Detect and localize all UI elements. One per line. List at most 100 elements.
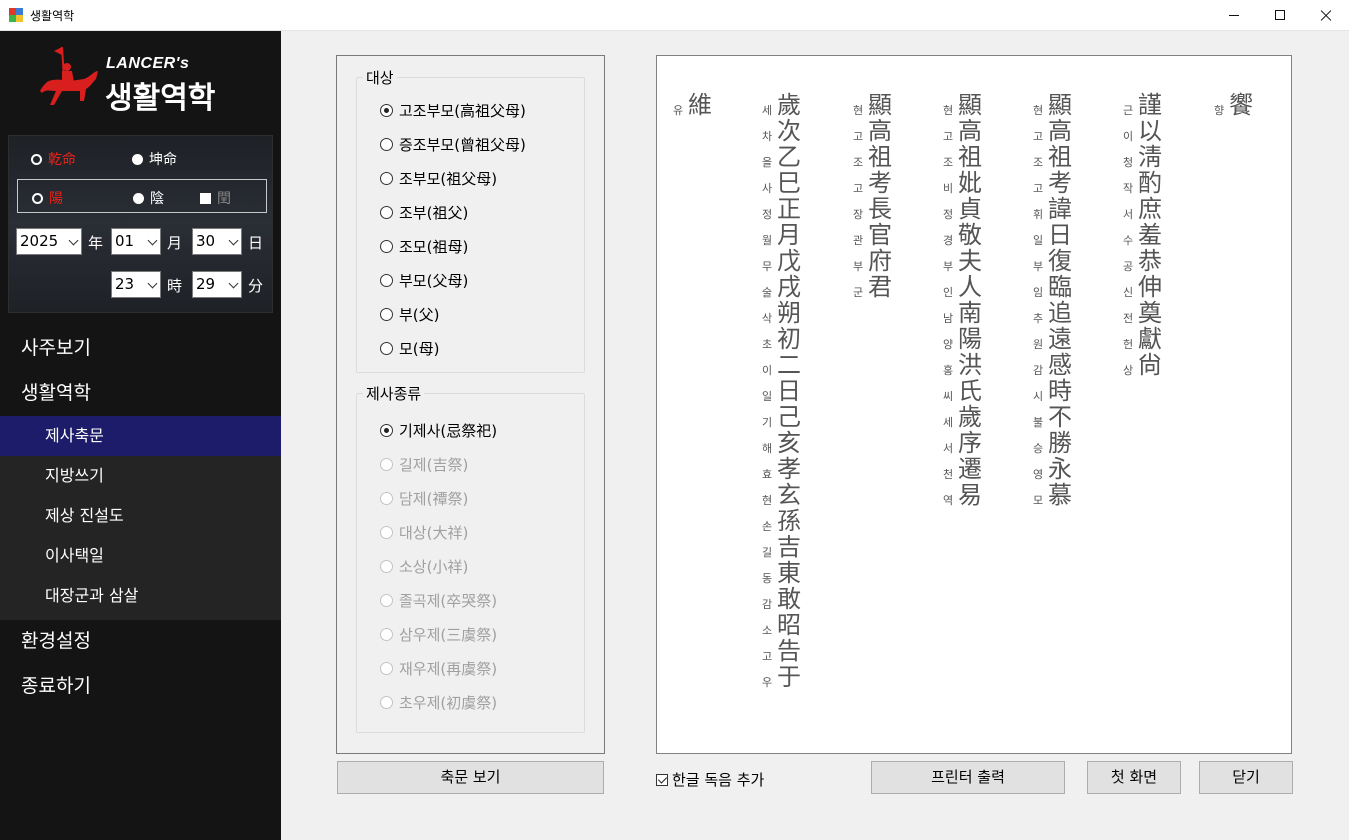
ritual-option: 소상(小祥): [380, 556, 468, 577]
submenu-jesa-chukmun[interactable]: 제사축문: [0, 416, 281, 456]
char: 을: [761, 156, 773, 169]
radio-icon: [380, 594, 393, 607]
char: 해: [761, 442, 773, 455]
char: 유: [672, 104, 684, 117]
radio-female[interactable]: 坤命: [132, 149, 177, 169]
month-select[interactable]: 01: [111, 228, 161, 255]
char: 길: [761, 546, 773, 559]
menu-settings[interactable]: 환경설정: [0, 619, 281, 664]
target-option[interactable]: 조부(祖父): [380, 202, 468, 223]
submenu-jesang[interactable]: 제상 진설도: [0, 496, 281, 536]
char: 正: [777, 195, 801, 223]
char: 고: [942, 130, 954, 143]
char: 府: [868, 247, 892, 275]
char: 月: [777, 221, 801, 249]
minute-select[interactable]: 29: [192, 271, 242, 298]
char: 조: [1032, 156, 1044, 169]
char: 歲: [777, 91, 801, 119]
submenu-jibang[interactable]: 지방쓰기: [0, 456, 281, 496]
submenu-moving-date[interactable]: 이사택일: [0, 536, 281, 576]
minimize-button[interactable]: [1211, 0, 1257, 31]
char: 維: [688, 91, 712, 119]
hangul-reading: 세차을사정월무술삭초이일기해효현손길동감소고우: [761, 98, 773, 696]
char: 高: [868, 117, 892, 145]
horse-rider-icon: [40, 46, 98, 105]
menu-life-yeokhak[interactable]: 생활역학: [0, 371, 281, 416]
char: 작: [1122, 182, 1134, 195]
char: 부: [942, 260, 954, 273]
radio-icon: [380, 172, 393, 185]
maximize-button[interactable]: [1257, 0, 1303, 31]
char: 수: [1122, 234, 1134, 247]
view-chukmun-button[interactable]: 축문 보기: [337, 761, 604, 794]
radio-icon: [380, 458, 393, 471]
app-icon: [9, 8, 23, 22]
ritual-option: 삼우제(三虞祭): [380, 624, 497, 645]
target-option[interactable]: 조모(祖母): [380, 236, 468, 257]
year-select[interactable]: 2025: [16, 228, 82, 255]
submenu: 제사축문 지방쓰기 제상 진설도 이사택일 대장군과 삼살: [0, 416, 281, 620]
char: 夫: [958, 247, 982, 275]
char: 感: [1048, 351, 1072, 379]
radio-icon: [380, 560, 393, 573]
menu-exit[interactable]: 종료하기: [0, 664, 281, 709]
day-select[interactable]: 30: [192, 228, 242, 255]
char: 씨: [942, 390, 954, 403]
target-option[interactable]: 조부모(祖父母): [380, 168, 497, 189]
target-option[interactable]: 고조부모(高祖父母): [380, 100, 526, 121]
char: 기: [761, 416, 773, 429]
char: 孫: [777, 507, 801, 535]
print-button[interactable]: 프린터 출력: [871, 761, 1065, 794]
radio-male[interactable]: 乾命: [31, 149, 76, 169]
char: 일: [761, 390, 773, 403]
char: 南: [958, 299, 982, 327]
logo: LANCER's 생활역학: [0, 31, 281, 135]
char: 序: [958, 429, 982, 457]
hangul-reading: 현고조비정경부인남양홍씨세서천역: [942, 98, 954, 514]
char: 천: [942, 468, 954, 481]
hangul-reading: 유: [672, 98, 684, 124]
radio-selected-icon: [380, 104, 393, 117]
hour-select[interactable]: 23: [111, 271, 161, 298]
chevron-down-icon: [228, 278, 239, 289]
char: 경: [942, 234, 954, 247]
close-window-button[interactable]: [1303, 0, 1349, 31]
char: 敢: [777, 585, 801, 613]
char: 정: [942, 208, 954, 221]
radio-selected-icon: [380, 424, 393, 437]
char: 人: [958, 273, 982, 301]
checkbox-icon: [200, 193, 211, 204]
char: 巳: [777, 169, 801, 197]
close-button[interactable]: 닫기: [1199, 761, 1293, 794]
char: 원: [1032, 338, 1044, 351]
radio-yang[interactable]: 陽: [32, 188, 63, 208]
radio-icon: [380, 492, 393, 505]
radio-icon: [380, 628, 393, 641]
ritual-option: 초우제(初虞祭): [380, 692, 497, 713]
target-option[interactable]: 부(父): [380, 304, 440, 325]
char: 易: [958, 481, 982, 509]
char: 청: [1122, 156, 1134, 169]
hanja-text: 謹以淸酌庶羞恭伸奠獻尙: [1136, 92, 1164, 378]
chukmun-text-area[interactable]: 향 饗 근이청작서수공신전헌상 謹以淸酌庶羞恭伸奠獻尙 현고조고휘일부임추원감시…: [656, 55, 1292, 754]
ritual-option[interactable]: 기제사(忌祭祀): [380, 420, 497, 441]
char: 奠: [1138, 299, 1162, 327]
target-option[interactable]: 증조부모(曾祖父母): [380, 134, 526, 155]
target-option[interactable]: 부모(父母): [380, 270, 468, 291]
hangul-reading-checkbox[interactable]: 한글 독음 추가: [656, 769, 764, 790]
hangul-reading: 현고조고장관부군: [852, 98, 864, 306]
target-option[interactable]: 모(母): [380, 338, 440, 359]
menu-saju[interactable]: 사주보기: [0, 326, 281, 371]
radio-eum[interactable]: 陰: [133, 188, 164, 208]
app-name: 생활역학: [105, 81, 216, 116]
submenu-daejanggun[interactable]: 대장군과 삼살: [0, 576, 281, 616]
char: 동: [761, 572, 773, 585]
char: 酌: [1138, 169, 1162, 197]
char: 歲: [958, 403, 982, 431]
char: 君: [868, 273, 892, 301]
char: 祖: [958, 143, 982, 171]
home-button[interactable]: 첫 화면: [1087, 761, 1181, 794]
leap-checkbox[interactable]: 閏: [200, 188, 231, 208]
char: 于: [777, 663, 801, 691]
char: 告: [777, 637, 801, 665]
